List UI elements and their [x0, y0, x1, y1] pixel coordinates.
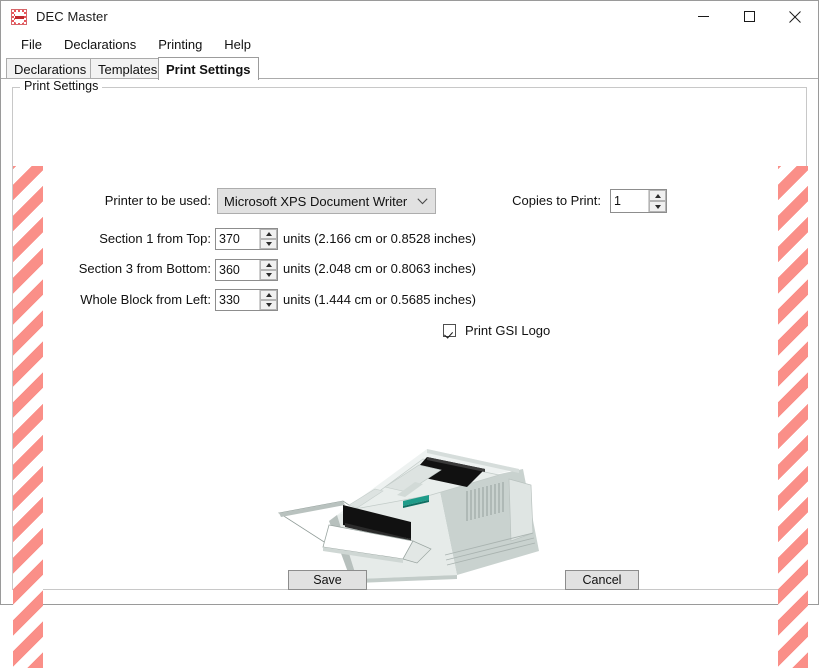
copies-increment-button[interactable]: [649, 190, 666, 201]
section1-top-value: 370: [216, 229, 259, 249]
copies-label: Copies to Print:: [431, 193, 601, 209]
menu-item-printing[interactable]: Printing: [147, 34, 213, 55]
print-gsi-logo-label: Print GSI Logo: [465, 323, 550, 338]
section1-top-increment-button[interactable]: [260, 229, 277, 239]
whole-block-left-increment-button[interactable]: [260, 290, 277, 300]
close-button[interactable]: [772, 1, 818, 32]
copies-stepper[interactable]: 1: [610, 189, 667, 213]
printer-label: Printer to be used:: [41, 193, 211, 209]
whole-block-left-decrement-button[interactable]: [260, 300, 277, 310]
section3-bottom-stepper-buttons: [259, 260, 277, 280]
section1-top-decrement-button[interactable]: [260, 239, 277, 249]
menu-item-file[interactable]: File: [10, 34, 53, 55]
maximize-button[interactable]: [726, 1, 772, 32]
minimize-button[interactable]: [680, 1, 726, 32]
window-controls: [680, 1, 818, 32]
section3-bottom-value: 360: [216, 260, 259, 280]
print-settings-form: Printer to be used: Microsoft XPS Docume…: [1, 79, 818, 604]
tab-declarations[interactable]: Declarations: [6, 58, 94, 79]
tab-panel-print-settings: Printer to be used: Microsoft XPS Docume…: [1, 79, 818, 604]
copies-value: 1: [611, 190, 648, 212]
title-bar: DEC Master: [1, 1, 818, 32]
minimize-icon: [698, 11, 709, 22]
menu-item-declarations[interactable]: Declarations: [53, 34, 147, 55]
application-window: DEC Master File Declarations: [0, 0, 819, 605]
close-icon: [789, 11, 801, 23]
menu-item-help[interactable]: Help: [213, 34, 262, 55]
copies-decrement-button[interactable]: [649, 201, 666, 212]
tab-strip: Declarations Templates Print Settings: [1, 57, 818, 79]
whole-block-left-stepper[interactable]: 330: [215, 289, 278, 311]
whole-block-left-units: units (1.444 cm or 0.5685 inches): [283, 292, 476, 308]
section1-top-units: units (2.166 cm or 0.8528 inches): [283, 231, 476, 247]
checkbox-checked-icon: [443, 324, 456, 337]
section3-bottom-label: Section 3 from Bottom:: [41, 261, 211, 277]
whole-block-left-label: Whole Block from Left:: [41, 292, 211, 308]
cancel-button[interactable]: Cancel: [565, 570, 639, 590]
save-button[interactable]: Save: [288, 570, 367, 590]
whole-block-left-value: 330: [216, 290, 259, 310]
groupbox-title: Print Settings: [20, 80, 102, 93]
section1-top-stepper[interactable]: 370: [215, 228, 278, 250]
print-gsi-logo-checkbox[interactable]: Print GSI Logo: [443, 323, 550, 338]
copies-stepper-buttons: [648, 190, 666, 212]
section1-top-stepper-buttons: [259, 229, 277, 249]
section3-bottom-stepper[interactable]: 360: [215, 259, 278, 281]
tab-print-settings[interactable]: Print Settings: [158, 57, 259, 80]
section3-bottom-units: units (2.048 cm or 0.8063 inches): [283, 261, 476, 277]
section1-top-label: Section 1 from Top:: [41, 231, 211, 247]
menu-bar: File Declarations Printing Help: [1, 32, 818, 57]
app-icon: [11, 9, 27, 25]
printer-select[interactable]: Microsoft XPS Document Writer: [217, 188, 436, 214]
whole-block-left-stepper-buttons: [259, 290, 277, 310]
window-title: DEC Master: [36, 9, 108, 24]
tab-templates[interactable]: Templates: [90, 58, 165, 79]
section3-bottom-increment-button[interactable]: [260, 260, 277, 270]
printer-select-value: Microsoft XPS Document Writer: [218, 194, 409, 209]
maximize-icon: [744, 11, 755, 22]
section3-bottom-decrement-button[interactable]: [260, 270, 277, 280]
